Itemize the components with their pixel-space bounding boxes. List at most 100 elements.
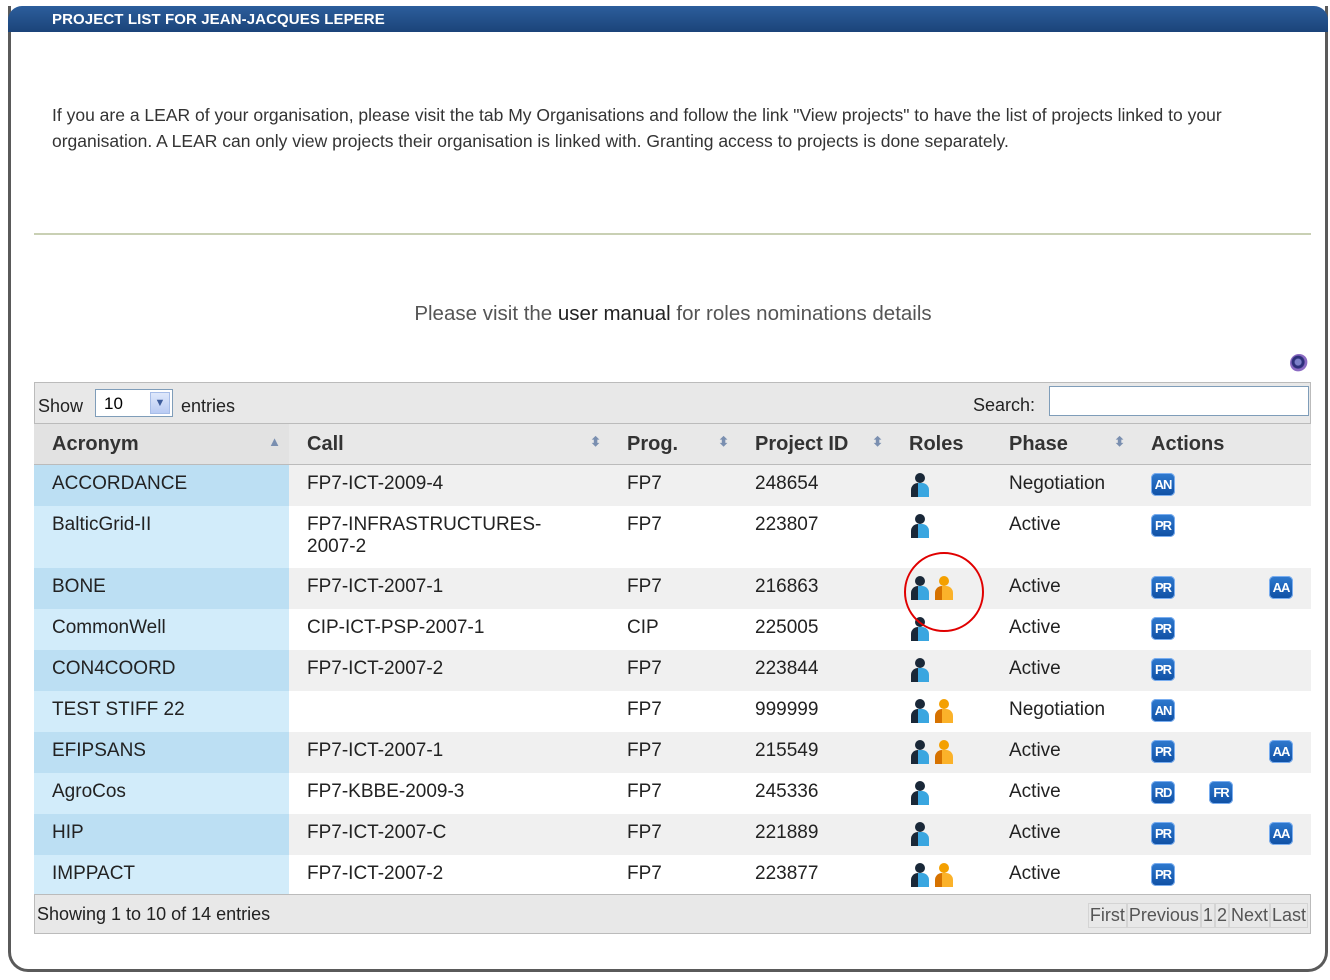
action-aa-button[interactable]: AA [1269, 575, 1293, 599]
cell-prog: CIP [609, 608, 737, 650]
cell-project-id: 223877 [737, 854, 891, 896]
user-manual-link[interactable]: user manual [558, 302, 671, 325]
manual-text-before: Please visit the [414, 302, 558, 325]
cell-acronym[interactable]: HIP [34, 813, 289, 855]
cell-roles [891, 690, 991, 732]
col-label: Acronym [52, 432, 139, 455]
action-pr-button[interactable]: PR [1151, 575, 1175, 599]
cell-roles [891, 813, 991, 855]
action-aa-button[interactable]: AA [1269, 739, 1293, 763]
sort-icon: ⬍ [718, 434, 729, 449]
cell-prog: FP7 [609, 690, 737, 732]
cell-actions: AN [1133, 690, 1311, 732]
cell-actions: PR AA [1133, 567, 1311, 609]
pager-page-2[interactable]: 2 [1214, 903, 1229, 928]
table-row: EFIPSANS FP7-ICT-2007-1 FP7 215549 Active PR A… [34, 731, 1311, 773]
cell-acronym[interactable]: IMPPACT [34, 854, 289, 896]
person-orange-icon [933, 739, 955, 764]
pager-page-1[interactable]: 1 [1200, 903, 1215, 928]
table-row: BONE FP7-ICT-2007-1 FP7 216863 Active PR AA [34, 567, 1311, 609]
panel-header: PROJECT LIST FOR JEAN-JACQUES LEPERE [8, 6, 1328, 32]
cell-project-id: 223844 [737, 649, 891, 691]
cell-call [289, 690, 609, 732]
cell-acronym[interactable]: EFIPSANS [34, 731, 289, 773]
action-fr-button[interactable]: FR [1209, 780, 1233, 804]
cell-acronym[interactable]: ACCORDANCE [34, 464, 289, 506]
cell-actions: PR [1133, 854, 1311, 896]
action-pr-button[interactable]: PR [1151, 739, 1175, 763]
action-pr-button[interactable]: PR [1151, 616, 1175, 640]
person-orange-icon [933, 862, 955, 887]
col-header-prog[interactable]: Prog. ⬍ [609, 424, 737, 465]
cell-project-id: 223807 [737, 505, 891, 568]
pager-first[interactable]: First [1087, 903, 1127, 928]
col-header-actions: Actions [1133, 424, 1311, 465]
table-row: CommonWell CIP-ICT-PSP-2007-1 CIP 225005 Act… [34, 608, 1311, 650]
cell-acronym[interactable]: BONE [34, 567, 289, 609]
cell-acronym[interactable]: AgroCos [34, 772, 289, 814]
action-an-button[interactable]: AN [1151, 698, 1175, 722]
cell-call: CIP-ICT-PSP-2007-1 [289, 608, 609, 650]
cell-phase: Active [991, 731, 1133, 773]
cell-acronym[interactable]: BalticGrid-II [34, 505, 289, 568]
cell-call: FP7-ICT-2007-C [289, 813, 609, 855]
action-pr-button[interactable]: PR [1151, 657, 1175, 681]
person-icon [909, 821, 931, 846]
col-header-project-id[interactable]: Project ID ⬍ [737, 424, 891, 465]
cell-actions: PR [1133, 505, 1311, 568]
person-icon [909, 657, 931, 682]
table-row: HIP FP7-ICT-2007-C FP7 221889 Active PR AA [34, 813, 1311, 855]
person-icon [909, 862, 931, 887]
chevron-down-icon[interactable]: ▼ [150, 392, 170, 414]
cell-actions: PR [1133, 649, 1311, 691]
pager-last[interactable]: Last [1269, 903, 1308, 928]
cell-project-id: 216863 [737, 567, 891, 609]
divider [34, 233, 1311, 235]
action-aa-button[interactable]: AA [1269, 821, 1293, 845]
search-label: Search: [973, 395, 1036, 415]
table-footer: Showing 1 to 10 of 14 entries First Previ… [34, 894, 1311, 934]
cell-project-id: 245336 [737, 772, 891, 814]
cell-prog: FP7 [609, 649, 737, 691]
cell-prog: FP7 [609, 464, 737, 506]
action-an-button[interactable]: AN [1151, 473, 1175, 496]
col-header-acronym[interactable]: Acronym ▲ [34, 424, 289, 465]
entries-info: Showing 1 to 10 of 14 entries [37, 904, 271, 924]
cell-prog: FP7 [609, 505, 737, 568]
cell-acronym[interactable]: CON4COORD [34, 649, 289, 691]
cell-prog: FP7 [609, 813, 737, 855]
sort-icon: ⬍ [872, 434, 883, 449]
cell-roles [891, 649, 991, 691]
page-size-select[interactable]: 10 ▼ [95, 389, 173, 417]
refresh-icon[interactable] [1290, 354, 1308, 372]
page-size-value: 10 [104, 394, 123, 413]
col-header-phase[interactable]: Phase ⬍ [991, 424, 1133, 465]
table-row: ACCORDANCE FP7-ICT-2009-4 FP7 248654 Negotia… [34, 464, 1311, 506]
cell-actions: PR [1133, 608, 1311, 650]
action-rd-button[interactable]: RD [1151, 780, 1175, 804]
lear-info-text: If you are a LEAR of your organisation, … [52, 105, 1222, 151]
action-pr-button[interactable]: PR [1151, 513, 1175, 537]
cell-phase: Negotiation [991, 690, 1133, 732]
action-pr-button[interactable]: PR [1151, 821, 1175, 845]
pager-previous[interactable]: Previous [1126, 903, 1201, 928]
panel-title: PROJECT LIST FOR JEAN-JACQUES LEPERE [52, 11, 385, 28]
action-pr-button[interactable]: PR [1151, 862, 1175, 886]
person-icon [909, 473, 931, 497]
cell-phase: Negotiation [991, 464, 1133, 506]
pager-next[interactable]: Next [1228, 903, 1270, 928]
cell-roles [891, 854, 991, 896]
cell-project-id: 225005 [737, 608, 891, 650]
cell-phase: Active [991, 649, 1133, 691]
person-icon [909, 780, 931, 805]
cell-phase: Active [991, 854, 1133, 896]
search-input[interactable] [1049, 386, 1309, 416]
cell-roles [891, 464, 991, 506]
cell-phase: Active [991, 505, 1133, 568]
cell-acronym[interactable]: CommonWell [34, 608, 289, 650]
cell-phase: Active [991, 608, 1133, 650]
col-header-call[interactable]: Call ⬍ [289, 424, 609, 465]
cell-prog: FP7 [609, 854, 737, 896]
cell-actions: PR AA [1133, 813, 1311, 855]
cell-acronym[interactable]: TEST STIFF 22 [34, 690, 289, 732]
